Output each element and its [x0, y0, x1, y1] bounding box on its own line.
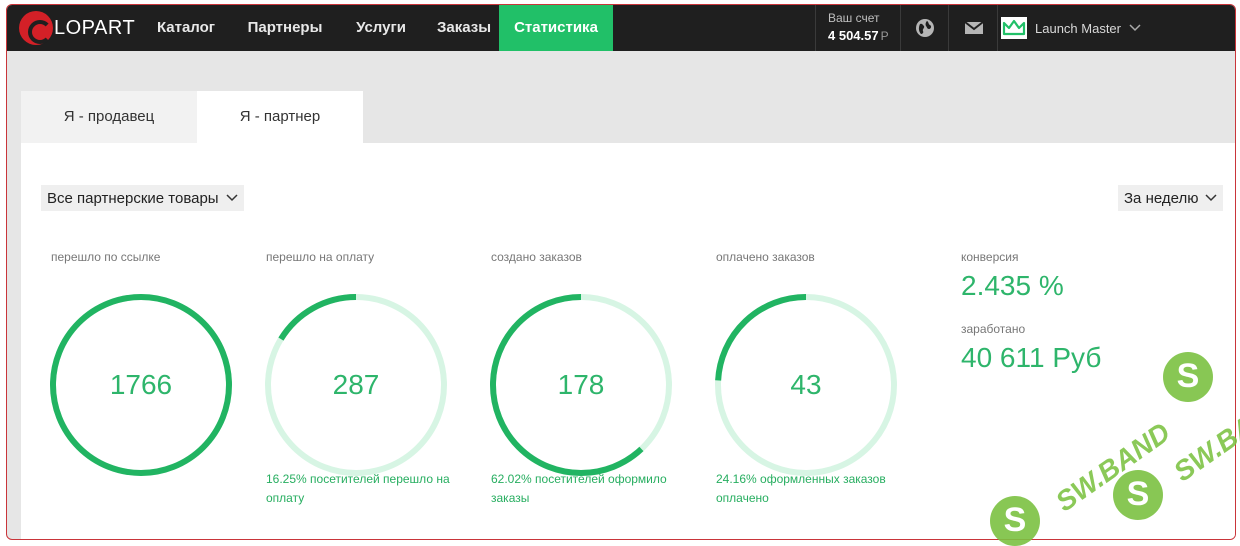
- crown-icon: [1001, 17, 1027, 39]
- conversion-label: конверсия: [961, 250, 1019, 264]
- globe-button[interactable]: [901, 5, 949, 51]
- logo[interactable]: LOPART: [19, 10, 135, 46]
- ring-orders-created: 178: [489, 293, 673, 477]
- ring-clicks: 1766: [49, 293, 233, 477]
- nav-statistics[interactable]: Статистика: [499, 5, 613, 51]
- metric-label-clicks: перешло по ссылке: [51, 250, 161, 264]
- conversion-value: 2.435 %: [961, 270, 1064, 301]
- tab-seller[interactable]: Я - продавец: [21, 91, 197, 143]
- account-value-row: 4 504.57 Р: [828, 28, 900, 44]
- metric-label-orders-paid: оплачено заказов: [716, 250, 815, 264]
- nav-orders[interactable]: Заказы: [423, 5, 505, 51]
- ring-value-clicks: 1766: [109, 369, 173, 400]
- user-menu[interactable]: Launch Master: [1001, 5, 1141, 51]
- logo-g-icon: [19, 11, 53, 45]
- tab-partner[interactable]: Я - партнер: [197, 91, 363, 143]
- note-orders-created: 62.02% посетителей оформило заказы: [491, 472, 667, 505]
- chevron-down-icon: [1205, 194, 1217, 202]
- nav-services[interactable]: Услуги: [341, 5, 421, 51]
- period-select-value: За неделю: [1124, 189, 1199, 207]
- metric-label-orders-created: создано заказов: [491, 250, 582, 264]
- period-select[interactable]: За неделю: [1118, 185, 1224, 211]
- products-select[interactable]: Все партнерские товары: [41, 185, 244, 211]
- earned-value: 40 611 Руб: [961, 342, 1102, 373]
- user-name: Launch Master: [1035, 20, 1121, 36]
- app-frame: LOPART Каталог Партнеры Услуги Заказы Ст…: [6, 4, 1236, 540]
- top-navbar: LOPART Каталог Партнеры Услуги Заказы Ст…: [7, 5, 1235, 51]
- ring-value-orders-paid: 43: [790, 369, 822, 400]
- note-to-payment: 16.25% посетителей перешло на оплату: [266, 472, 450, 505]
- note-orders-paid: 24.16% оформленных заказов оплачено: [716, 472, 886, 505]
- metric-label-to-payment: перешло на оплату: [266, 250, 375, 264]
- earned-label: заработано: [961, 322, 1026, 336]
- chevron-down-icon: [226, 194, 238, 202]
- chevron-down-icon: [1129, 24, 1141, 32]
- account-currency: Р: [880, 29, 889, 43]
- ring-value-orders-created: 178: [557, 369, 605, 400]
- nav-catalog[interactable]: Каталог: [145, 5, 227, 51]
- account-balance[interactable]: Ваш счет 4 504.57 Р: [815, 5, 901, 51]
- account-value: 4 504.57: [828, 28, 879, 43]
- logo-text: LOPART: [54, 16, 136, 39]
- mail-icon: [963, 21, 984, 34]
- nav-partners[interactable]: Партнеры: [235, 5, 335, 51]
- ring-to-payment: 287: [264, 293, 448, 477]
- statistics-panel: Все партнерские товары За неделю перешло…: [21, 143, 1235, 539]
- mail-button[interactable]: [950, 5, 998, 51]
- account-label: Ваш счет: [828, 11, 880, 25]
- ring-orders-paid: 43: [714, 293, 898, 477]
- globe-icon: [915, 19, 934, 37]
- ring-value-to-payment: 287: [332, 369, 380, 400]
- products-select-value: Все партнерские товары: [47, 189, 219, 207]
